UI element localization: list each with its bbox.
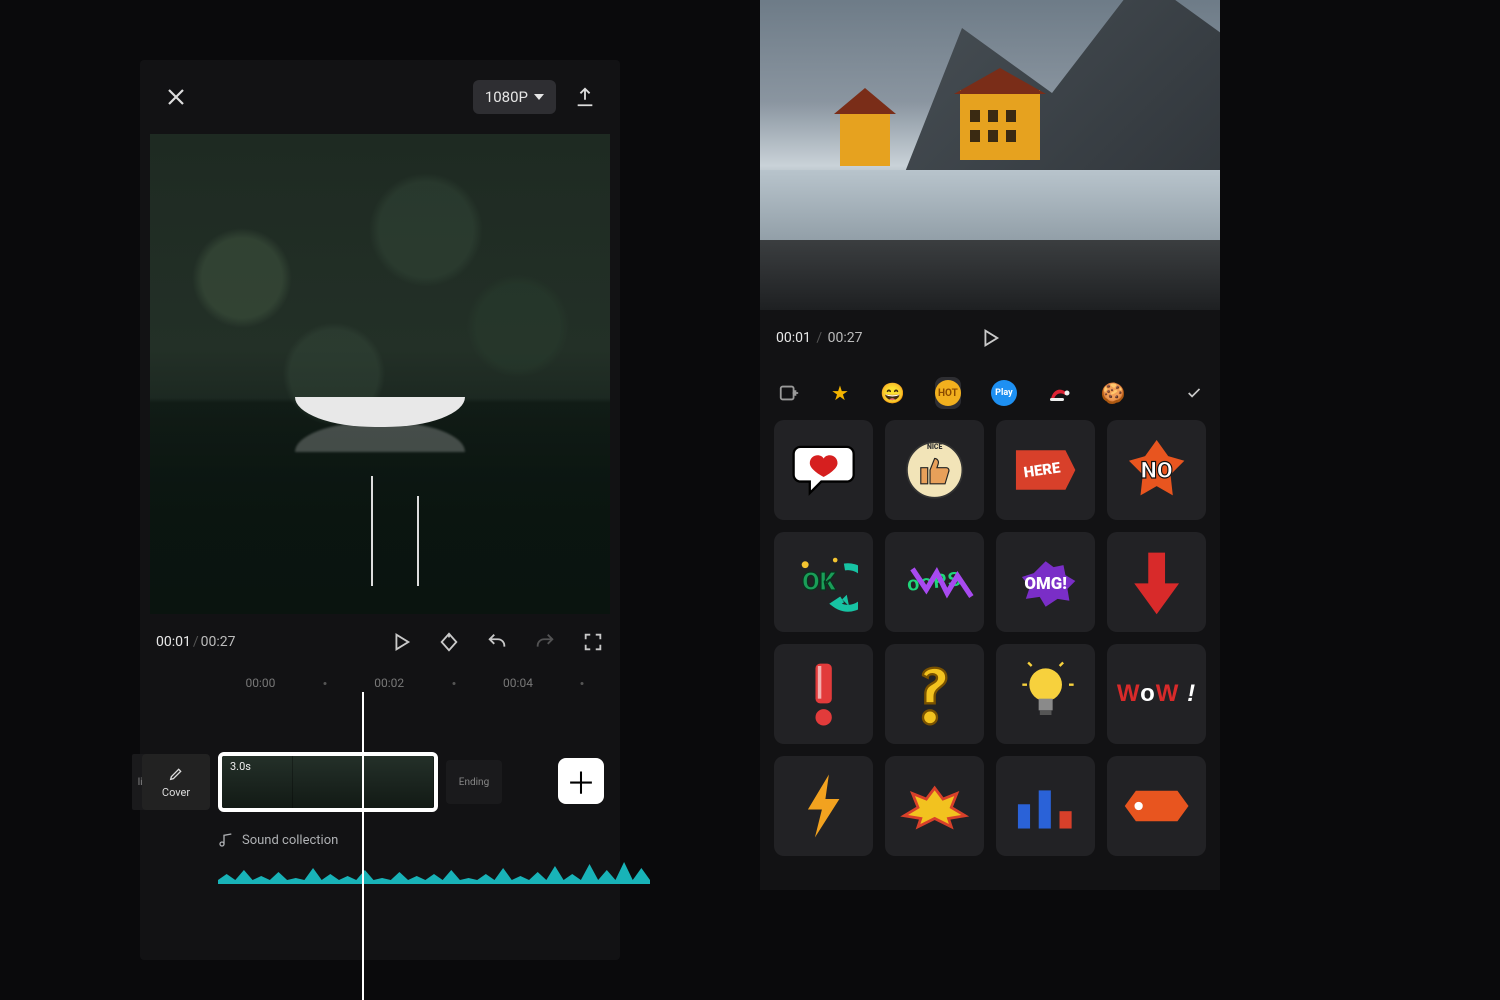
fullscreen-icon[interactable] xyxy=(582,631,604,653)
shore-graphic xyxy=(760,240,1220,310)
ending-clip[interactable]: Ending xyxy=(446,760,502,804)
water-graphic xyxy=(760,170,1220,250)
play-badge-icon[interactable]: Play xyxy=(991,377,1017,409)
clip-duration: 3.0s xyxy=(230,760,251,773)
export-icon[interactable] xyxy=(574,86,596,108)
sticker-phone-right: 00:01 / 00:27 ★ 😄 HOT Play 🍪 NICE HERE xyxy=(760,0,1220,890)
play-icon[interactable] xyxy=(390,631,412,653)
add-clip-button[interactable]: ＋ xyxy=(558,758,604,804)
sound-collection-button[interactable]: Sound collection xyxy=(218,824,478,856)
sticker-exclaim-red[interactable] xyxy=(774,644,873,744)
caret-down-icon xyxy=(534,94,544,100)
video-clip[interactable]: 3.0s xyxy=(218,752,438,812)
time-total: 00:27 xyxy=(201,634,236,650)
sticker-question-yellow[interactable] xyxy=(885,644,984,744)
sticker-red-down-arrow[interactable] xyxy=(1107,532,1206,632)
sticker-heart-bubble[interactable] xyxy=(774,420,873,520)
sticker-here[interactable]: HERE xyxy=(996,420,1095,520)
play-icon[interactable] xyxy=(979,327,1001,349)
star-icon[interactable]: ★ xyxy=(830,377,850,409)
svg-text:OMG!: OMG! xyxy=(1024,574,1066,594)
image-add-icon[interactable] xyxy=(778,377,800,409)
sticker-no[interactable]: NO xyxy=(1107,420,1206,520)
sticker-bars[interactable] xyxy=(996,756,1095,856)
music-note-icon xyxy=(218,832,234,848)
topbar-right: 1080P xyxy=(473,80,596,114)
undo-icon[interactable] xyxy=(486,631,508,653)
emoji-icon[interactable]: 😄 xyxy=(880,377,905,409)
sticker-wow[interactable]: WoW ! xyxy=(1107,644,1206,744)
ruler-tick: 00:02 xyxy=(374,676,404,690)
svg-text:NICE: NICE xyxy=(927,443,942,451)
time-readout: 00:01/00:27 xyxy=(156,634,236,650)
resolution-button[interactable]: 1080P xyxy=(473,80,556,114)
time-current: 00:01 xyxy=(776,330,811,346)
sound-label: Sound collection xyxy=(242,833,338,848)
sticker-omg[interactable]: OMG! xyxy=(996,532,1095,632)
time-current: 00:01 xyxy=(156,634,191,650)
cover-button[interactable]: Cover xyxy=(142,754,210,810)
keyframe-icon[interactable] xyxy=(438,631,460,653)
hot-icon[interactable]: HOT xyxy=(935,377,961,409)
timeline[interactable]: lip Cover 3.0s Ending ＋ Sound collection xyxy=(150,712,610,960)
transport-bar: 00:01/00:27 xyxy=(150,614,610,670)
cover-label: Cover xyxy=(162,786,190,799)
sticker-lightning[interactable] xyxy=(774,756,873,856)
sticker-lightbulb[interactable] xyxy=(996,644,1095,744)
editor-phone-left: 1080P 00:01/00:27 00:00 00:02 00:04 lip xyxy=(140,60,620,960)
ruler-tick: 00:00 xyxy=(245,676,275,690)
boat-mast xyxy=(371,476,373,586)
redo-icon[interactable] xyxy=(534,631,556,653)
editor-topbar: 1080P xyxy=(140,60,620,134)
boat-mast xyxy=(417,496,419,586)
sticker-pow[interactable] xyxy=(885,756,984,856)
santa-hat-icon[interactable] xyxy=(1047,377,1071,409)
sticker-grid: NICE HERE NO OK ooPS OMG! WoW xyxy=(760,420,1220,890)
house-graphic xyxy=(960,90,1040,160)
pencil-icon xyxy=(168,766,184,782)
time-readout: 00:01 / 00:27 xyxy=(776,330,862,346)
ruler-tick: 00:04 xyxy=(503,676,533,690)
sticker-nice-thumbs-up[interactable]: NICE xyxy=(885,420,984,520)
svg-text:NO: NO xyxy=(1140,457,1172,484)
transport-bar: 00:01 / 00:27 xyxy=(760,310,1220,366)
sticker-ok[interactable]: OK xyxy=(774,532,873,632)
audio-waveform[interactable] xyxy=(218,860,650,884)
boat-reflection xyxy=(295,422,465,452)
svg-text:OK: OK xyxy=(802,567,837,597)
time-total: 00:27 xyxy=(828,330,863,346)
resolution-label: 1080P xyxy=(485,88,528,106)
house-graphic xyxy=(840,110,890,166)
video-preview[interactable] xyxy=(150,134,610,614)
timeline-ruler[interactable]: 00:00 00:02 00:04 xyxy=(150,676,610,702)
sticker-tag[interactable] xyxy=(1107,756,1206,856)
confirm-check-icon[interactable] xyxy=(1186,380,1202,406)
sticker-oops[interactable]: ooPS xyxy=(885,532,984,632)
sticker-category-row: ★ 😄 HOT Play 🍪 xyxy=(760,366,1220,420)
cookie-icon[interactable]: 🍪 xyxy=(1101,377,1126,409)
close-icon[interactable] xyxy=(164,85,188,109)
video-preview[interactable] xyxy=(760,0,1220,310)
